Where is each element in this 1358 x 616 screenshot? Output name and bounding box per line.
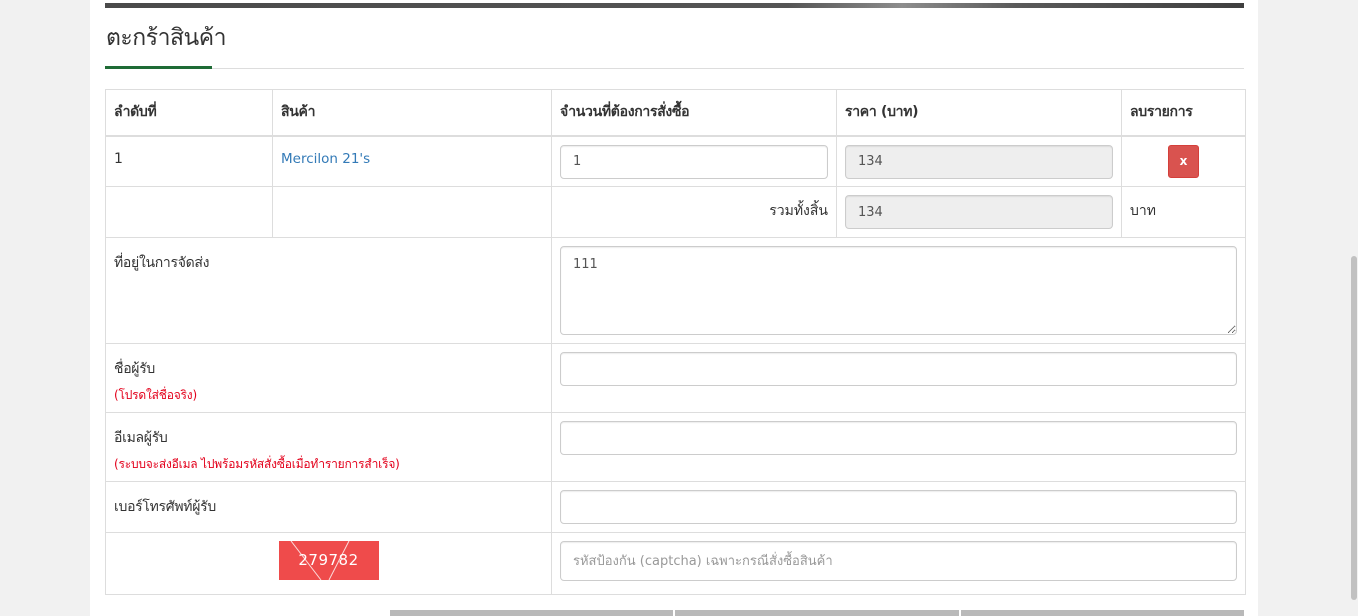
address-row: ที่อยู่ในการจัดส่ง 111 bbox=[105, 237, 1246, 344]
captcha-image: 279782 bbox=[278, 541, 379, 580]
recipient-email-input[interactable] bbox=[560, 421, 1237, 455]
bottom-image-3 bbox=[960, 610, 1244, 616]
address-input-cell: 111 bbox=[551, 237, 1246, 344]
recipient-email-hint: (ระบบจะส่งอีเมล ไปพร้อมรหัสสั่งซื้อเมื่อ… bbox=[114, 457, 400, 471]
page-scrollbar[interactable] bbox=[1350, 0, 1358, 616]
recipient-name-hint: (โปรดใส่ชื่อจริง) bbox=[114, 388, 197, 402]
captcha-row: 279782 bbox=[105, 532, 1246, 595]
cart-total-row: รวมทั้งสิ้น บาท bbox=[105, 186, 1246, 238]
column-header-quantity: จำนวนที่ต้องการสั่งซื้อ bbox=[551, 89, 837, 137]
page-container: ตะกร้าสินค้า ลำดับที่ สินค้า จำนวนที่ต้อ… bbox=[90, 0, 1258, 616]
remove-item-button[interactable]: x bbox=[1168, 144, 1199, 178]
address-label-cell: ที่อยู่ในการจัดส่ง bbox=[105, 237, 552, 344]
captcha-input[interactable] bbox=[560, 541, 1237, 581]
recipient-phone-input[interactable] bbox=[560, 490, 1237, 524]
quantity-input[interactable] bbox=[560, 144, 828, 179]
captcha-input-cell bbox=[551, 532, 1246, 595]
price-field bbox=[845, 144, 1113, 179]
recipient-name-input-cell bbox=[551, 343, 1246, 413]
recipient-name-input[interactable] bbox=[560, 352, 1237, 386]
title-divider bbox=[105, 68, 1244, 69]
recipient-email-input-cell bbox=[551, 412, 1246, 482]
total-empty-cell-1 bbox=[105, 186, 273, 238]
total-unit: บาท bbox=[1121, 186, 1246, 238]
recipient-email-label-cell: อีเมลผู้รับ (ระบบจะส่งอีเมล ไปพร้อมรหัสส… bbox=[105, 412, 552, 482]
item-index: 1 bbox=[105, 135, 273, 187]
recipient-email-label: อีเมลผู้รับ bbox=[114, 430, 168, 446]
bottom-image-2 bbox=[675, 610, 959, 616]
captcha-code: 279782 bbox=[298, 551, 359, 569]
address-textarea[interactable]: 111 bbox=[560, 246, 1237, 335]
recipient-phone-label-cell: เบอร์โทรศัพท์ผู้รับ bbox=[105, 481, 552, 533]
cart-header-row: ลำดับที่ สินค้า จำนวนที่ต้องการสั่งซื้อ … bbox=[105, 89, 1246, 137]
item-product-cell: Mercilon 21's bbox=[272, 135, 552, 187]
recipient-phone-row: เบอร์โทรศัพท์ผู้รับ bbox=[105, 481, 1246, 533]
recipient-name-label: ชื่อผู้รับ bbox=[114, 361, 156, 377]
recipient-phone-label: เบอร์โทรศัพท์ผู้รับ bbox=[114, 499, 216, 515]
item-remove-cell: x bbox=[1121, 135, 1246, 187]
cart-table: ลำดับที่ สินค้า จำนวนที่ต้องการสั่งซื้อ … bbox=[105, 89, 1246, 595]
item-price-cell bbox=[836, 135, 1122, 187]
bottom-image-strip bbox=[390, 610, 1244, 616]
recipient-email-row: อีเมลผู้รับ (ระบบจะส่งอีเมล ไปพร้อมรหัสส… bbox=[105, 412, 1246, 482]
item-quantity-cell bbox=[551, 135, 837, 187]
scrollbar-thumb[interactable] bbox=[1351, 256, 1357, 600]
recipient-name-label-cell: ชื่อผู้รับ (โปรดใส่ชื่อจริง) bbox=[105, 343, 552, 413]
title-underline-accent bbox=[105, 66, 212, 69]
total-value-cell bbox=[836, 186, 1122, 238]
header-banner-strip bbox=[105, 3, 1244, 8]
captcha-image-cell: 279782 bbox=[105, 532, 552, 595]
total-empty-cell-2 bbox=[272, 186, 552, 238]
bottom-image-1 bbox=[390, 610, 674, 616]
column-header-index: ลำดับที่ bbox=[105, 89, 273, 137]
total-field bbox=[845, 195, 1113, 229]
total-label: รวมทั้งสิ้น bbox=[551, 186, 837, 238]
column-header-price: ราคา (บาท) bbox=[836, 89, 1122, 137]
cart-item-row: 1 Mercilon 21's x bbox=[105, 135, 1246, 187]
address-label: ที่อยู่ในการจัดส่ง bbox=[114, 255, 210, 271]
column-header-remove: ลบรายการ bbox=[1121, 89, 1246, 137]
page-title: ตะกร้าสินค้า bbox=[106, 25, 227, 51]
recipient-name-row: ชื่อผู้รับ (โปรดใส่ชื่อจริง) bbox=[105, 343, 1246, 413]
column-header-product: สินค้า bbox=[272, 89, 552, 137]
recipient-phone-input-cell bbox=[551, 481, 1246, 533]
item-product-link[interactable]: Mercilon 21's bbox=[281, 151, 370, 167]
